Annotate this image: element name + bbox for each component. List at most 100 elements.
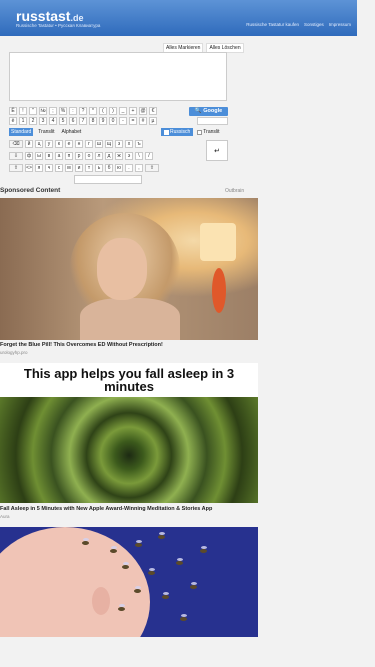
key[interactable]: @ <box>139 107 147 115</box>
key[interactable]: ю <box>115 164 123 172</box>
nav-link-imprint[interactable]: Impressum <box>329 22 351 27</box>
key[interactable]: ; <box>49 107 57 115</box>
spacebar[interactable] <box>74 175 142 184</box>
key[interactable]: № <box>39 107 47 115</box>
outbrain-logo[interactable]: Outbrain <box>225 188 244 194</box>
key[interactable]: ц <box>35 140 43 148</box>
key[interactable]: ш <box>95 140 103 148</box>
key[interactable]: д <box>105 152 113 160</box>
key[interactable]: у <box>45 140 53 148</box>
key[interactable]: б <box>105 164 113 172</box>
key[interactable]: 4 <box>49 117 57 125</box>
key[interactable]: 5 <box>59 117 67 125</box>
key[interactable]: к <box>55 140 63 148</box>
key[interactable]: с <box>55 164 63 172</box>
key[interactable]: э <box>125 152 133 160</box>
key[interactable]: е <box>65 140 73 148</box>
head-silhouette <box>0 527 150 637</box>
key[interactable]: ъ <box>135 140 143 148</box>
ad-image-1[interactable] <box>0 198 258 340</box>
key[interactable]: _ <box>119 107 127 115</box>
key[interactable]: 1 <box>19 117 27 125</box>
key[interactable]: 0 <box>109 117 117 125</box>
key[interactable]: \ <box>135 152 143 160</box>
key[interactable]: м <box>65 164 73 172</box>
key[interactable]: = <box>129 117 137 125</box>
ad-source-1[interactable]: urologyhp.pro <box>0 350 28 355</box>
key[interactable]: я <box>35 164 43 172</box>
enter-key[interactable]: ↵ <box>206 140 228 161</box>
lang-russian[interactable]: Russisch <box>161 128 194 136</box>
key[interactable]: µ <box>149 117 157 125</box>
nav-link-misc[interactable]: Sonstiges <box>304 22 324 27</box>
nav-link-buy-keyboard[interactable]: Russische Tastatur kaufen <box>246 22 299 27</box>
key[interactable]: н <box>75 140 83 148</box>
key[interactable]: € <box>149 107 157 115</box>
key[interactable]: + <box>129 107 137 115</box>
key[interactable]: , <box>135 164 143 172</box>
bee-icon <box>158 532 165 539</box>
mode-translit[interactable]: Translit <box>36 128 56 136</box>
backspace-key[interactable] <box>197 117 228 125</box>
key[interactable]: 8 <box>89 117 97 125</box>
key[interactable]: в <box>45 152 53 160</box>
key[interactable]: 9 <box>99 117 107 125</box>
key[interactable]: р <box>75 152 83 160</box>
ad-title-1[interactable]: Forget the Blue Pill! This Overcomes ED … <box>0 342 163 348</box>
google-search-button[interactable]: 🔍 Google <box>189 107 228 116</box>
key[interactable]: % <box>59 107 67 115</box>
key[interactable]: ( <box>99 107 107 115</box>
shift-key[interactable]: ⇧ <box>145 164 159 172</box>
key[interactable]: а <box>55 152 63 160</box>
ad-image-2[interactable]: This app helps you fall asleep in 3 minu… <box>0 363 258 503</box>
bee-icon <box>110 546 117 553</box>
key[interactable]: г <box>85 140 93 148</box>
key[interactable]: о <box>85 152 93 160</box>
mode-standard[interactable]: Standard <box>9 128 34 136</box>
checkbox-icon[interactable] <box>197 129 203 135</box>
bee-icon <box>176 558 183 565</box>
backspace-key[interactable]: ⌫ <box>9 140 23 148</box>
bee-icon <box>134 586 141 593</box>
key[interactable]: ы <box>35 152 43 160</box>
key[interactable]: ь <box>95 164 103 172</box>
key[interactable]: т <box>85 164 93 172</box>
key[interactable]: : <box>69 107 77 115</box>
shift-key[interactable]: ⇧ <box>9 164 23 172</box>
checkbox-checked-icon[interactable] <box>164 129 169 135</box>
key[interactable]: 3 <box>39 117 47 125</box>
key[interactable]: # <box>139 117 147 125</box>
key[interactable]: / <box>145 152 153 160</box>
key[interactable]: Ё <box>9 107 17 115</box>
key[interactable]: з <box>115 140 123 148</box>
mode-alphabet[interactable]: Alphabet <box>60 128 84 136</box>
ad-image-3[interactable] <box>0 527 258 637</box>
key[interactable]: <> <box>25 164 33 172</box>
key[interactable]: й <box>25 140 33 148</box>
key[interactable]: 6 <box>69 117 77 125</box>
key[interactable]: * <box>89 107 97 115</box>
key[interactable]: ) <box>109 107 117 115</box>
caps-lock-key[interactable]: ⇩ <box>9 152 23 160</box>
key[interactable]: 2 <box>29 117 37 125</box>
key[interactable]: ! <box>19 107 27 115</box>
key[interactable]: щ <box>105 140 113 148</box>
key[interactable]: " <box>29 107 37 115</box>
key[interactable]: и <box>75 164 83 172</box>
key[interactable]: п <box>65 152 73 160</box>
key[interactable]: ? <box>79 107 87 115</box>
key[interactable]: х <box>125 140 133 148</box>
key[interactable]: ж <box>115 152 123 160</box>
key[interactable]: ф <box>25 152 33 160</box>
ad-title-2[interactable]: Fall Asleep in 5 Minutes with New Apple … <box>0 506 212 512</box>
key[interactable]: ё <box>9 117 17 125</box>
ad-source-2[interactable]: Aura <box>0 514 10 519</box>
sponsored-heading: Sponsored Content <box>0 187 61 194</box>
lang-translit[interactable]: Translit <box>197 128 220 136</box>
key[interactable]: 7 <box>79 117 87 125</box>
key[interactable]: - <box>119 117 127 125</box>
key[interactable]: . <box>125 164 133 172</box>
text-input-area[interactable] <box>9 52 227 101</box>
key[interactable]: ч <box>45 164 53 172</box>
key[interactable]: л <box>95 152 103 160</box>
